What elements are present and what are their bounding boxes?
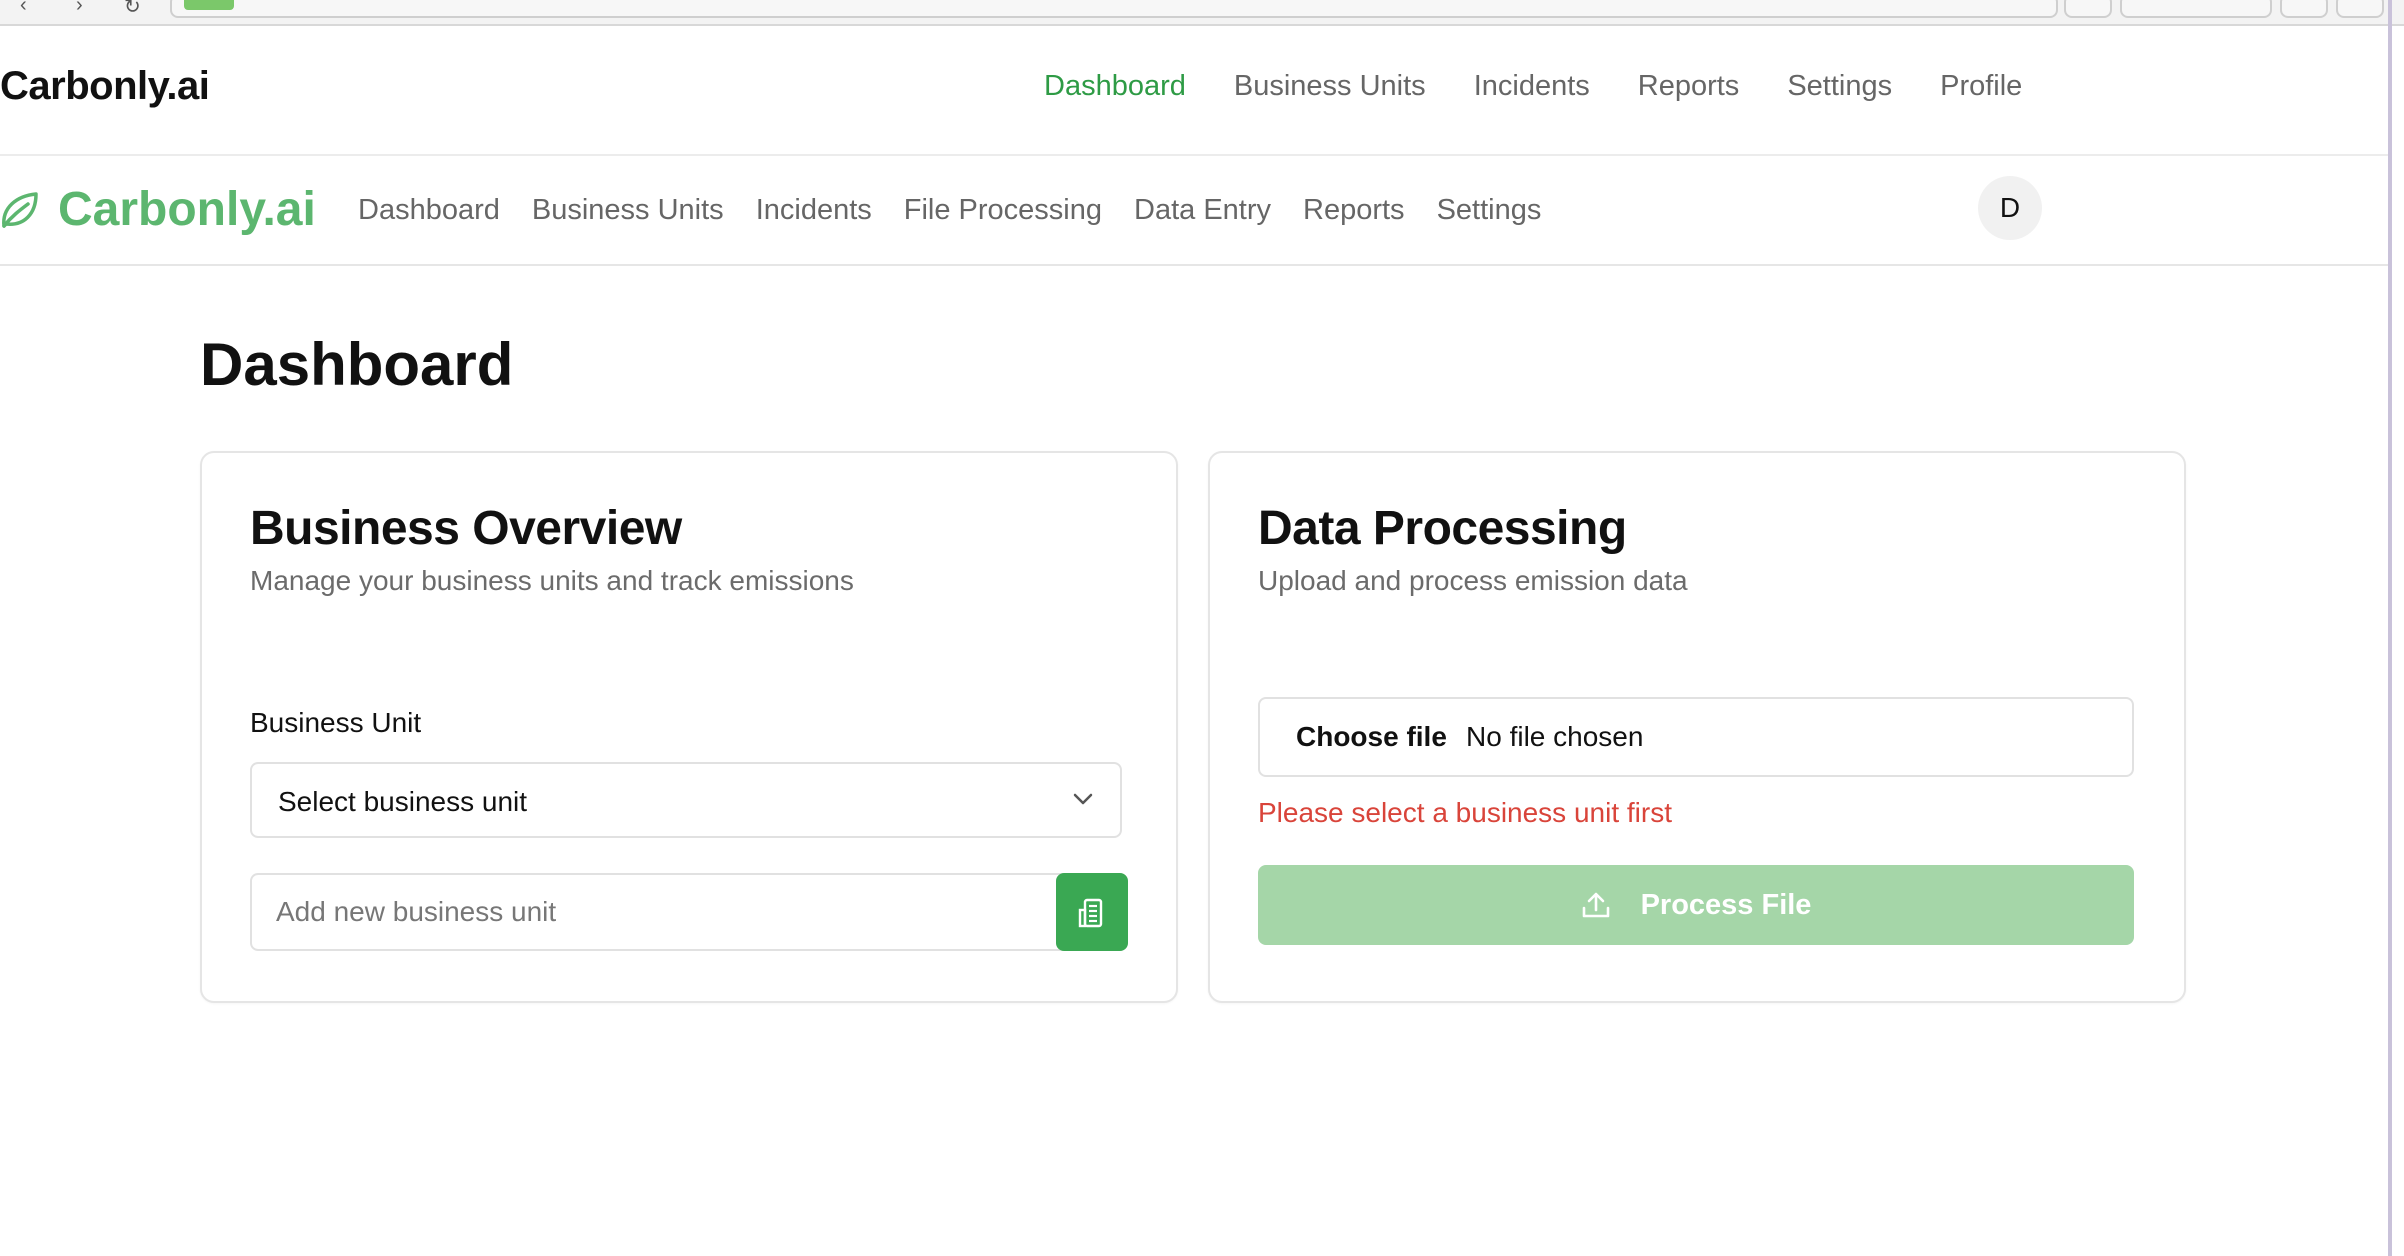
page-title: Dashboard [200,331,514,398]
app-logo[interactable]: Carbonly.ai [58,182,316,237]
data-processing-subtitle: Upload and process emission data [1258,565,1688,596]
app-nav: Dashboard Business Units Incidents File … [358,194,1541,227]
site-nav-settings[interactable]: Settings [1787,70,1892,103]
data-processing-title: Data Processing [1258,502,1627,555]
site-nav-incidents[interactable]: Incidents [1474,70,1590,103]
extension-button[interactable] [2064,0,2112,18]
building-icon [1078,898,1103,928]
reload-icon[interactable]: ↻ [124,0,141,19]
site-nav: Dashboard Business Units Incidents Repor… [1044,70,2022,103]
add-business-unit-button[interactable] [1056,873,1128,951]
app-nav-settings[interactable]: Settings [1437,194,1542,227]
profile-button[interactable] [2120,0,2272,18]
error-message: Please select a business unit first [1258,797,1672,828]
site-logo[interactable]: Carbonly.ai [0,64,210,109]
file-status: No file chosen [1466,721,1644,752]
business-unit-select-value: Select business unit [278,786,528,817]
data-processing-card: Data Processing Upload and process emiss… [1208,451,2186,1003]
app-nav-data-entry[interactable]: Data Entry [1134,194,1271,227]
business-overview-card: Business Overview Manage your business u… [200,451,1178,1003]
choose-file-button[interactable]: Choose file [1296,721,1447,753]
process-file-button[interactable]: Process File [1258,865,2134,945]
leaf-icon [2,192,38,228]
site-nav-dashboard[interactable]: Dashboard [1044,70,1186,103]
sidebar-button[interactable] [2336,0,2384,18]
business-overview-title: Business Overview [250,502,682,555]
app-nav-file-processing[interactable]: File Processing [904,194,1102,227]
business-unit-label: Business Unit [250,707,422,738]
forward-icon[interactable]: › [76,0,83,17]
app-nav-business-units[interactable]: Business Units [532,194,724,227]
menu-button[interactable] [2280,0,2328,18]
chevron-down-icon [1073,793,1093,805]
business-unit-select[interactable]: Select business unit [250,762,1122,838]
avatar[interactable]: D [1978,176,2042,240]
site-nav-business-units[interactable]: Business Units [1234,70,1426,103]
site-badge [184,0,234,10]
process-file-label: Process File [1640,888,1812,921]
address-bar[interactable] [170,0,2058,18]
app-nav-incidents[interactable]: Incidents [756,194,872,227]
site-nav-reports[interactable]: Reports [1638,70,1740,103]
app-header: Carbonly.ai Dashboard Business Units Inc… [0,156,2388,266]
site-header: Carbonly.ai Dashboard Business Units Inc… [0,26,2388,156]
app-nav-dashboard[interactable]: Dashboard [358,194,500,227]
business-overview-subtitle: Manage your business units and track emi… [250,565,854,596]
app-nav-reports[interactable]: Reports [1303,194,1405,227]
back-icon[interactable]: ‹ [20,0,27,17]
scrollbar[interactable] [2388,0,2392,1256]
browser-toolbar: ‹ › ↻ [0,0,2404,26]
site-nav-profile[interactable]: Profile [1940,70,2022,103]
upload-icon [1582,892,1609,918]
new-business-unit-input[interactable] [250,873,1068,951]
file-input[interactable]: Choose file No file chosen [1258,697,2134,777]
